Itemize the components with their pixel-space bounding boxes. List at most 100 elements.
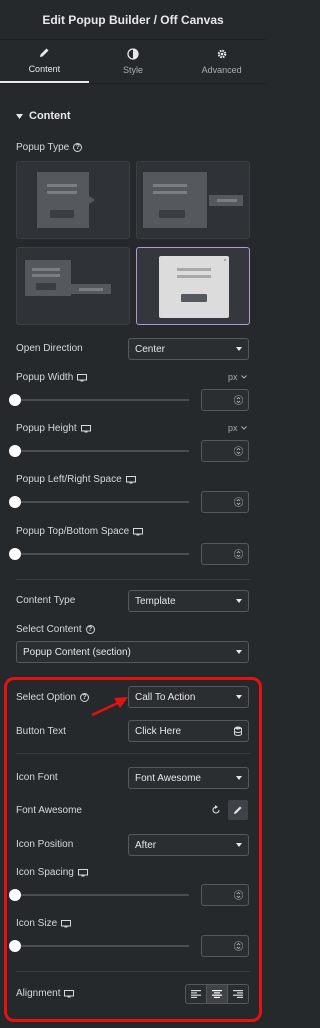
select-content-select[interactable]: Popup Content (section)	[16, 641, 249, 663]
popup-type-label: Popup Type ?	[16, 142, 83, 153]
desktop-icon[interactable]	[80, 424, 91, 433]
popup-height-input[interactable]	[201, 440, 249, 462]
popup-width-unit: px	[228, 372, 238, 382]
top-bottom-space-text: Popup Top/Bottom Space	[16, 526, 130, 537]
popup-type-option-modal[interactable]	[136, 247, 250, 325]
tab-content[interactable]: Content	[0, 40, 89, 83]
desktop-icon[interactable]	[133, 527, 144, 536]
open-direction-select[interactable]: Center	[128, 338, 249, 360]
popup-width-slider-track[interactable]	[16, 399, 189, 401]
top-bottom-space-slider-handle[interactable]	[9, 548, 21, 560]
icon-position-select[interactable]: After	[128, 834, 249, 856]
help-icon[interactable]: ?	[80, 693, 90, 702]
align-center-icon	[212, 990, 222, 998]
popup-width-input[interactable]	[201, 389, 249, 411]
popup-width-text: Popup Width	[16, 372, 74, 383]
content-type-value: Template	[135, 595, 176, 607]
chevron-down-icon	[240, 375, 247, 379]
icon-spacing-input[interactable]	[201, 884, 249, 906]
reset-icon	[212, 805, 220, 814]
dynamic-tags-button[interactable]	[227, 720, 249, 742]
desktop-icon[interactable]	[77, 373, 88, 382]
left-right-space-label: Popup Left/Right Space	[16, 474, 136, 485]
popup-width-slider-handle[interactable]	[9, 394, 21, 406]
tab-style[interactable]: Style	[89, 40, 178, 83]
top-bottom-space-slider-track[interactable]	[16, 553, 189, 555]
icon-font-label: Icon Font	[16, 772, 58, 783]
icon-spacing-slider-track[interactable]	[16, 894, 189, 896]
align-left-button[interactable]	[186, 985, 207, 1003]
icon-spacing-text: Icon Spacing	[16, 867, 74, 878]
select-option-select[interactable]: Call To Action	[128, 686, 249, 708]
chevron-down-icon	[236, 695, 242, 699]
stepper-icon[interactable]	[234, 888, 243, 902]
popup-type-option-center-right[interactable]	[16, 161, 130, 239]
icon-size-text: Icon Size	[16, 918, 58, 929]
annotation-arrow-icon	[91, 697, 128, 717]
tab-style-label: Style	[123, 65, 144, 75]
reset-button[interactable]	[209, 803, 223, 817]
half-circle-icon	[127, 48, 139, 60]
alignment-choices	[185, 984, 249, 1004]
icon-size-label: Icon Size	[16, 918, 72, 929]
popup-type-option-slide[interactable]	[136, 161, 250, 239]
left-right-space-input[interactable]	[201, 491, 249, 513]
popup-width-label: Popup Width	[16, 372, 88, 383]
icon-picker-button[interactable]	[228, 800, 248, 820]
section-content-toggle[interactable]: Content	[16, 110, 71, 122]
chevron-down-icon	[236, 776, 242, 780]
desktop-icon[interactable]	[64, 989, 75, 998]
stepper-icon[interactable]	[234, 393, 243, 407]
align-right-button[interactable]	[228, 985, 248, 1003]
stepper-icon[interactable]	[234, 547, 243, 561]
gear-icon	[217, 49, 226, 59]
layout-preview-icon	[143, 172, 243, 228]
chevron-down-icon	[236, 347, 242, 351]
popup-height-text: Popup Height	[16, 423, 77, 434]
tab-advanced[interactable]: Advanced	[177, 40, 266, 83]
popup-type-option-corner[interactable]	[16, 247, 130, 325]
icon-size-slider-track[interactable]	[16, 945, 189, 947]
popup-type-text: Popup Type	[16, 142, 70, 153]
desktop-icon[interactable]	[77, 868, 88, 877]
content-type-select[interactable]: Template	[128, 590, 249, 612]
chevron-down-icon	[236, 843, 242, 847]
help-icon[interactable]: ?	[73, 143, 83, 152]
left-right-space-text: Popup Left/Right Space	[16, 474, 122, 485]
icon-spacing-slider-handle[interactable]	[9, 889, 21, 901]
divider	[16, 971, 250, 972]
button-text-input[interactable]: Click Here	[128, 720, 228, 742]
align-center-button[interactable]	[207, 985, 228, 1003]
stepper-icon[interactable]	[234, 495, 243, 509]
left-right-space-slider-handle[interactable]	[9, 496, 21, 508]
icon-size-input[interactable]	[201, 935, 249, 957]
popup-height-slider-handle[interactable]	[9, 445, 21, 457]
select-content-label: Select Content ?	[16, 624, 95, 635]
icon-position-value: After	[135, 839, 157, 851]
top-bottom-space-input[interactable]	[201, 543, 249, 565]
desktop-icon[interactable]	[61, 919, 72, 928]
caret-down-icon	[16, 113, 23, 119]
align-left-icon	[191, 990, 201, 998]
tab-bar: Content Style Advanced	[0, 40, 266, 84]
stepper-icon[interactable]	[234, 939, 243, 953]
select-option-text: Select Option	[16, 692, 77, 703]
popup-height-unit-select[interactable]: px	[228, 423, 247, 433]
button-text-value: Click Here	[135, 725, 182, 737]
popup-height-label: Popup Height	[16, 423, 91, 434]
desktop-icon[interactable]	[125, 475, 136, 484]
button-text-label: Button Text	[16, 726, 66, 737]
layout-preview-icon	[159, 256, 229, 318]
icon-font-select[interactable]: Font Awesome	[128, 767, 249, 789]
left-right-space-slider-track[interactable]	[16, 501, 189, 503]
open-direction-value: Center	[135, 343, 166, 355]
top-bottom-space-label: Popup Top/Bottom Space	[16, 526, 144, 537]
alignment-label: Alignment	[16, 988, 75, 999]
popup-width-unit-select[interactable]: px	[228, 372, 247, 382]
help-icon[interactable]: ?	[85, 625, 95, 634]
tab-content-label: Content	[28, 64, 61, 74]
popup-height-slider-track[interactable]	[16, 450, 189, 452]
panel-title: Edit Popup Builder / Off Canvas	[0, 0, 266, 40]
stepper-icon[interactable]	[234, 444, 243, 458]
icon-size-slider-handle[interactable]	[9, 940, 21, 952]
